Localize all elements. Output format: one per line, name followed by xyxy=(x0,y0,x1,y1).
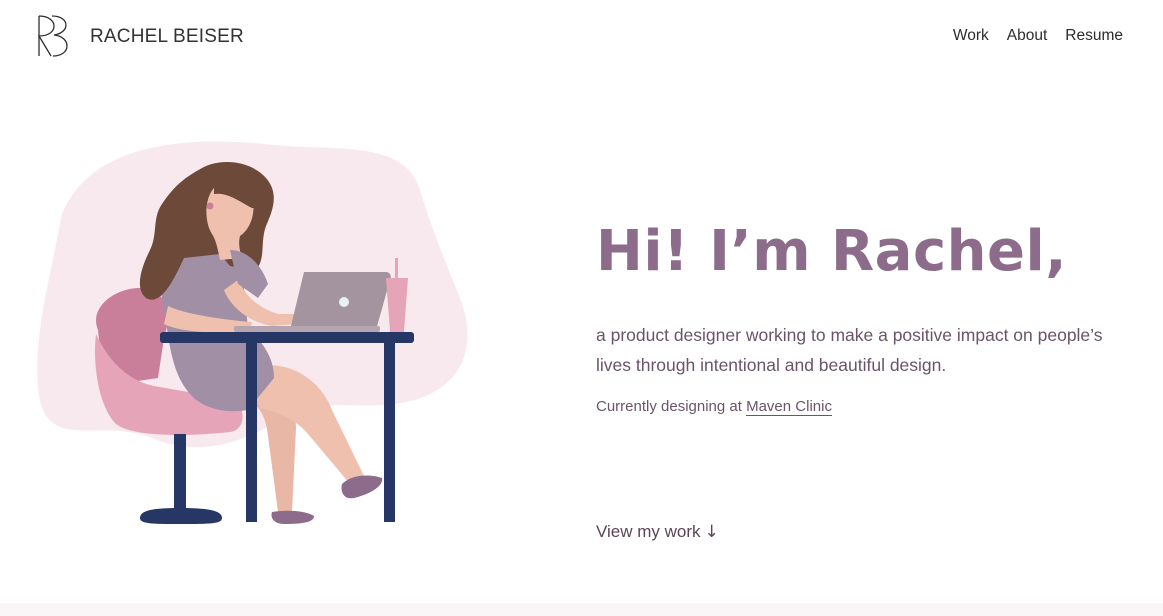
nav-item-about[interactable]: About xyxy=(1007,27,1048,45)
main-nav: Work About Resume xyxy=(953,27,1123,45)
chair-base xyxy=(140,508,222,524)
desk-top xyxy=(160,332,414,343)
view-my-work-label: View my work xyxy=(596,522,701,541)
laptop-logo xyxy=(339,297,349,307)
laptop-base xyxy=(234,326,380,332)
desk-leg-right xyxy=(384,343,395,522)
shoe-back xyxy=(271,510,314,524)
hero-intro: a product designer working to make a pos… xyxy=(596,325,1103,375)
site-header: RACHEL BEISER Work About Resume xyxy=(0,0,1163,72)
chair-stem xyxy=(174,434,186,514)
nav-item-resume[interactable]: Resume xyxy=(1065,27,1123,45)
current-employer: Currently designing at Maven Clinic xyxy=(596,398,1136,416)
page: RACHEL BEISER Work About Resume Hi! I’m … xyxy=(0,0,1163,616)
designer-at-desk-illustration xyxy=(37,141,468,524)
arrow-down-icon: ↓ xyxy=(704,522,719,542)
maven-clinic-link[interactable]: Maven Clinic xyxy=(746,398,832,416)
nav-item-work[interactable]: Work xyxy=(953,27,989,45)
earring xyxy=(206,202,214,210)
current-employer-prefix: Currently designing at xyxy=(596,398,742,415)
hero-heading: Hi! I’m Rachel, xyxy=(596,219,1067,284)
desk-leg-left xyxy=(246,343,257,522)
rb-monogram-logo[interactable] xyxy=(36,14,70,58)
next-section-strip xyxy=(0,603,1163,616)
hero-text: Hi! I’m Rachel, a product designer worki… xyxy=(596,214,1136,416)
brand-name[interactable]: RACHEL BEISER xyxy=(90,26,244,48)
view-my-work-link[interactable]: View my work ↓ xyxy=(596,522,719,542)
